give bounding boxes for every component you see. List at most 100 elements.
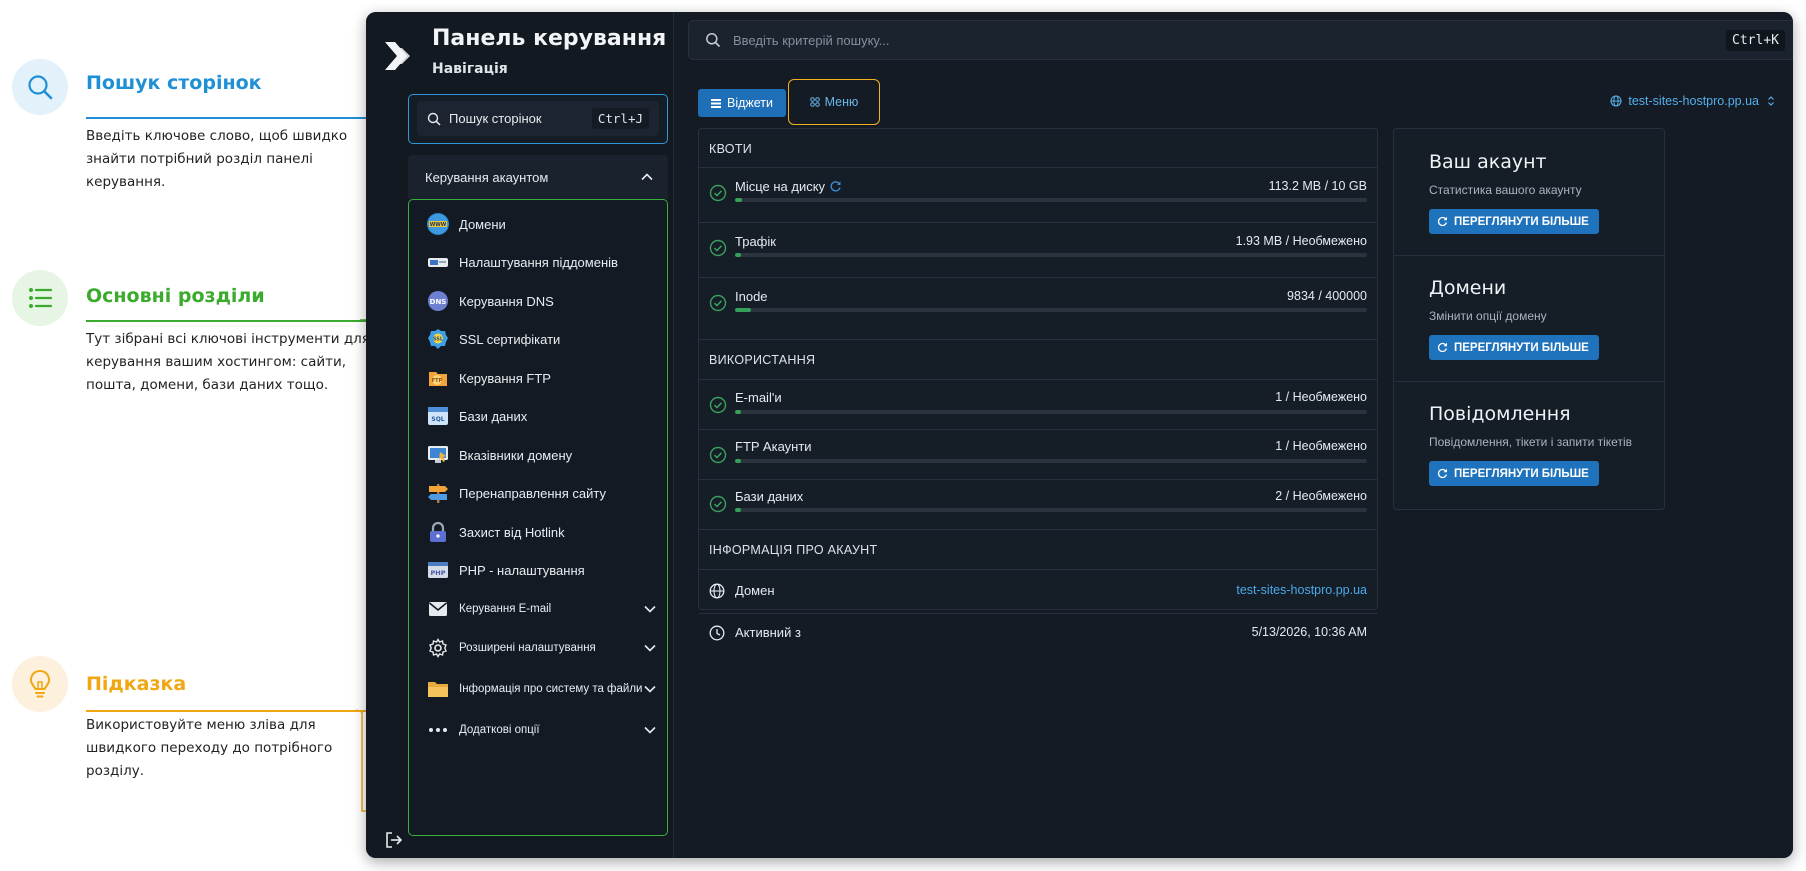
svg-text:SQL: SQL [431,416,444,423]
refresh-icon[interactable] [829,180,842,193]
info-label: Активний з [735,625,801,640]
sidebar-item-php[interactable]: PHP PHP - налаштування [427,555,657,585]
check-circle-icon [709,239,727,257]
clock-icon [709,625,725,641]
sidebar-item-label: PHP - налаштування [459,562,585,578]
card-account: Ваш акаунт Статистика вашого акаунту ПЕР… [1394,129,1664,255]
sidebar-item-ssl[interactable]: SSL SSL сертифікати [427,324,657,354]
sidebar-group-label: Розширені налаштування [459,642,596,654]
usage-row-email: E-mail'и 1 / Необмежено [699,379,1377,427]
annotation-divider [86,710,366,712]
quota-label: Inode [735,289,768,304]
usage-progress-fill [735,508,742,512]
check-circle-icon [709,184,727,202]
lightbulb-icon [12,656,68,712]
quota-progress-bar [735,198,1367,202]
sidebar-group-email[interactable]: Керування E-mail [427,594,657,624]
sidebar-item-domain-pointers[interactable]: Вказівники домену [427,440,657,470]
grid-icon [809,97,820,107]
sidebar-search-highlight: Пошук сторінок Ctrl+J [408,94,668,144]
logout-icon[interactable] [384,830,404,850]
page-subtitle: Навігація [432,61,508,77]
globe-icon [1610,95,1622,107]
sidebar-item-dns[interactable]: DNS Керування DNS [427,286,657,316]
chevron-down-icon [644,685,656,693]
php-icon: PHP [427,559,449,581]
ftp-icon: FTP [427,367,449,389]
card-title: Повідомлення [1429,403,1571,425]
sidebar-item-label: Керування FTP [459,370,551,386]
refresh-icon [1437,342,1448,353]
sidebar-item-domains[interactable]: WWW Домени [427,209,657,239]
list-icon [12,270,68,326]
divider [699,569,1377,570]
card-subtitle: Статистика вашого акаунту [1429,183,1582,197]
sidebar-group-system-info[interactable]: Інформація про систему та файли [427,674,657,704]
sidebar-item-databases[interactable]: SQL Бази даних [427,401,657,431]
sidebar-item-redirect[interactable]: Перенаправлення сайту [427,478,657,508]
divider [699,529,1377,530]
main-content: Ctrl+K Віджети Меню test-sites-hostpro.p… [674,12,1793,858]
sidebar-item-label: Бази даних [459,408,528,424]
info-row-active-since: Активний з 5/13/2026, 10:36 AM [699,613,1377,653]
usage-label: E-mail'и [735,390,782,405]
usage-value: 2 / Необмежено [1275,489,1367,503]
card-title: Ваш акаунт [1429,151,1547,173]
quota-row-traffic: Трафік 1.93 MB / Необмежено [699,222,1377,270]
domain-selector[interactable]: test-sites-hostpro.pp.ua [1610,94,1775,108]
sidebar-group-extra[interactable]: Додаткові опції [427,715,657,745]
view-more-button[interactable]: ПЕРЕГЛЯНУТИ БІЛЬШЕ [1429,209,1599,234]
widgets-button-label: Віджети [726,96,773,110]
quota-value: 113.2 MB / 10 GB [1268,179,1367,193]
chevron-down-icon [644,644,656,652]
check-circle-icon [709,396,727,414]
widgets-button[interactable]: Віджети [698,89,786,117]
menu-button-highlight: Меню [788,79,880,125]
usage-progress-bar [735,508,1367,512]
view-more-button[interactable]: ПЕРЕГЛЯНУТИ БІЛЬШЕ [1429,461,1599,486]
quota-progress-fill [735,253,742,257]
sidebar-group-advanced[interactable]: Розширені налаштування [427,633,657,663]
sidebar-search-label: Пошук сторінок [449,111,542,126]
brand-logo-icon [385,42,410,70]
gear-icon [427,637,449,659]
menu-button[interactable]: Меню [797,88,871,116]
global-search[interactable]: Ctrl+K [688,20,1793,60]
sidebar-item-label: Вказівники домену [459,447,573,463]
chevron-down-icon [644,726,656,734]
annotation-text: Введіть ключове слово, щоб швидко знайти… [86,128,348,190]
quota-progress-fill [735,198,742,202]
divider [699,339,1377,340]
annotation-divider [86,320,376,322]
quota-value: 1.93 MB / Необмежено [1235,234,1367,248]
sidebar-item-ftp[interactable]: FTP Керування FTP [427,363,657,393]
usage-progress-fill [735,410,742,414]
sidebar-item-hotlink[interactable]: Захист від Hotlink [427,517,657,547]
subdomain-icon [427,251,449,273]
global-search-input[interactable] [733,32,1727,48]
annotation-text: Використовуйте меню зліва для швидкого п… [86,717,333,779]
globe-icon: WWW [427,213,449,235]
view-more-label: ПЕРЕГЛЯНУТИ БІЛЬШЕ [1454,215,1589,228]
refresh-icon [1437,216,1448,227]
database-icon: SQL [427,405,449,427]
card-domains: Домени Змінити опції домену ПЕРЕГЛЯНУТИ … [1394,255,1664,381]
account-section-label: Керування акаунтом [425,169,549,185]
usage-value: 1 / Необмежено [1275,439,1367,453]
sidebar-item-label: Налаштування піддоменів [459,254,618,270]
folder-icon [427,678,449,700]
usage-row-databases: Бази даних 2 / Необмежено [699,479,1377,527]
redirect-icon [427,482,449,504]
search-icon [427,112,441,126]
quota-label: Трафік [735,234,776,249]
sidebar-item-label: Захист від Hotlink [459,524,565,540]
info-domain-link[interactable]: test-sites-hostpro.pp.ua [1236,583,1367,597]
info-value: 5/13/2026, 10:36 AM [1251,625,1367,639]
quota-progress-bar [735,308,1367,312]
account-section-toggle[interactable]: Керування акаунтом [408,155,668,199]
sidebar-item-subdomains[interactable]: Налаштування піддоменів [427,247,657,277]
card-subtitle: Повідомлення, тікети і запити тікетів [1429,435,1632,449]
usage-value: 1 / Необмежено [1275,390,1367,404]
sidebar-search[interactable]: Пошук сторінок Ctrl+J [417,101,659,136]
view-more-button[interactable]: ПЕРЕГЛЯНУТИ БІЛЬШЕ [1429,335,1599,360]
